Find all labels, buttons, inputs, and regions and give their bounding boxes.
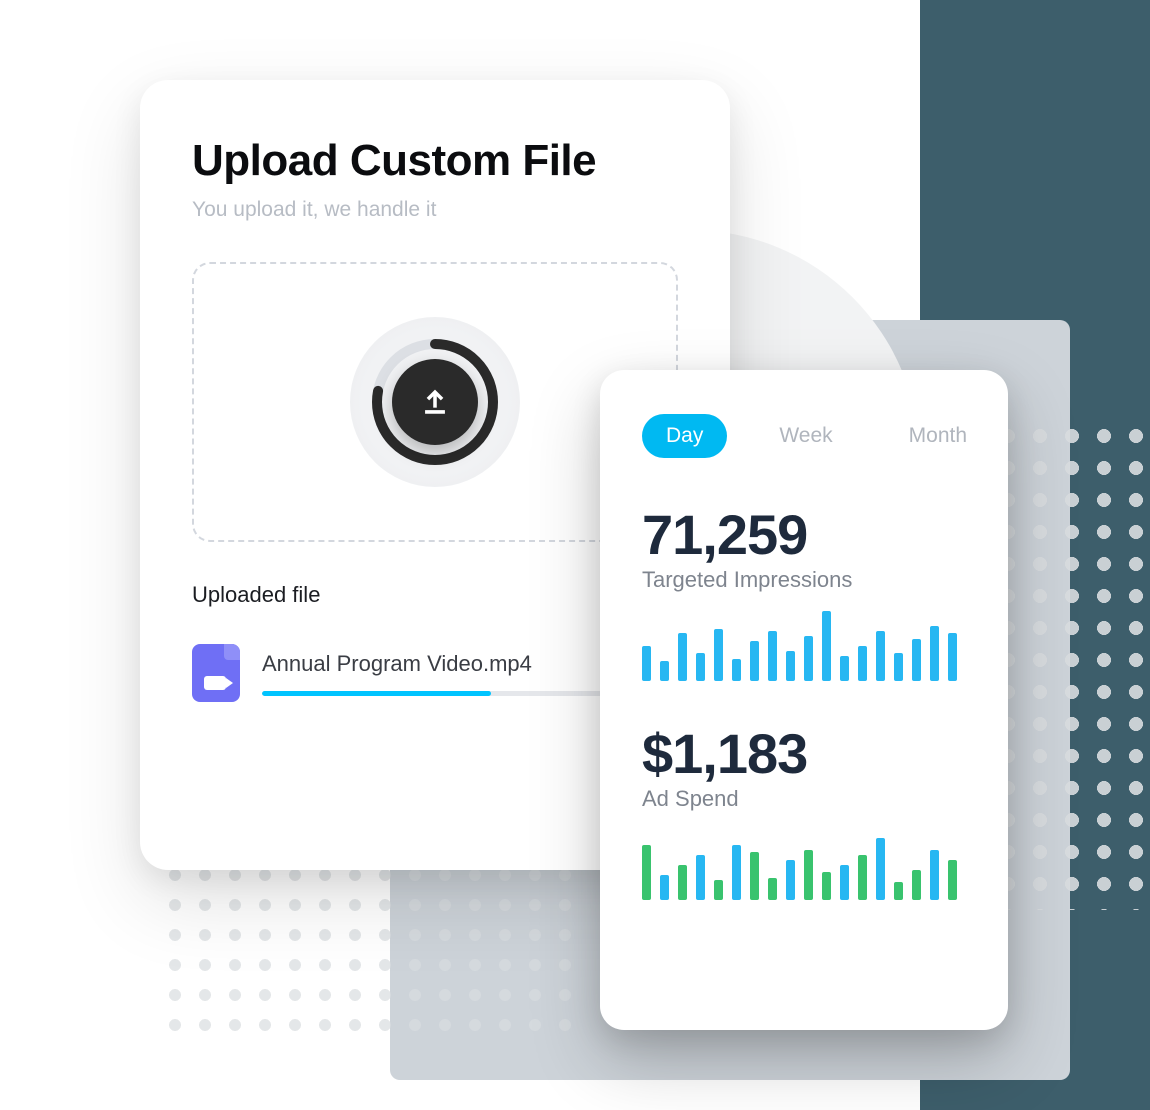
spark-bar bbox=[642, 646, 651, 681]
spark-bar bbox=[930, 850, 939, 900]
upload-icon bbox=[418, 385, 452, 419]
tab-week[interactable]: Week bbox=[755, 414, 856, 458]
spark-bar bbox=[732, 659, 741, 681]
upload-button[interactable] bbox=[392, 359, 478, 445]
spark-bar bbox=[948, 633, 957, 681]
tab-day[interactable]: Day bbox=[642, 414, 727, 458]
metric-label-impressions: Targeted Impressions bbox=[642, 567, 966, 593]
spark-bar bbox=[678, 865, 687, 900]
spark-bar bbox=[876, 631, 885, 681]
spark-bar bbox=[714, 629, 723, 681]
spark-bar bbox=[678, 633, 687, 681]
stats-card: Day Week Month 71,259Targeted Impressions $… bbox=[600, 370, 1008, 1030]
spark-bar bbox=[714, 880, 723, 900]
spark-bar bbox=[912, 870, 921, 900]
video-file-icon bbox=[192, 644, 240, 702]
spark-bar bbox=[858, 646, 867, 681]
tab-month[interactable]: Month bbox=[885, 414, 991, 458]
spark-bar bbox=[804, 850, 813, 900]
time-range-tabs: DayWeekMonth bbox=[642, 414, 966, 458]
spark-bar bbox=[750, 852, 759, 900]
spark-bar bbox=[750, 641, 759, 681]
sparkline-adspend bbox=[642, 830, 966, 900]
spark-bar bbox=[768, 878, 777, 900]
spark-bar bbox=[822, 872, 831, 900]
spark-bar bbox=[858, 855, 867, 900]
metric-value-impressions: 71,259 bbox=[642, 506, 966, 565]
spark-bar bbox=[912, 639, 921, 681]
metric-value-adspend: $1,183 bbox=[642, 725, 966, 784]
sparkline-impressions bbox=[642, 611, 966, 681]
spark-bar bbox=[642, 845, 651, 900]
spark-bar bbox=[660, 875, 669, 900]
spark-bar bbox=[894, 882, 903, 900]
spark-bar bbox=[822, 611, 831, 681]
metric-label-adspend: Ad Spend bbox=[642, 786, 966, 812]
spark-bar bbox=[840, 656, 849, 681]
spark-bar bbox=[696, 653, 705, 681]
spark-bar bbox=[804, 636, 813, 681]
upload-progress-ring bbox=[350, 317, 520, 487]
spark-bar bbox=[660, 661, 669, 681]
spark-bar bbox=[732, 845, 741, 900]
upload-subtitle: You upload it, we handle it bbox=[192, 198, 678, 222]
spark-bar bbox=[696, 855, 705, 900]
spark-bar bbox=[948, 860, 957, 900]
spark-bar bbox=[840, 865, 849, 900]
spark-bar bbox=[786, 860, 795, 900]
spark-bar bbox=[894, 653, 903, 681]
metric-adspend: $1,183Ad Spend bbox=[642, 725, 966, 900]
spark-bar bbox=[768, 631, 777, 681]
spark-bar bbox=[876, 838, 885, 900]
spark-bar bbox=[930, 626, 939, 681]
spark-bar bbox=[786, 651, 795, 681]
metric-impressions: 71,259Targeted Impressions bbox=[642, 506, 966, 681]
upload-title: Upload Custom File bbox=[192, 136, 678, 186]
